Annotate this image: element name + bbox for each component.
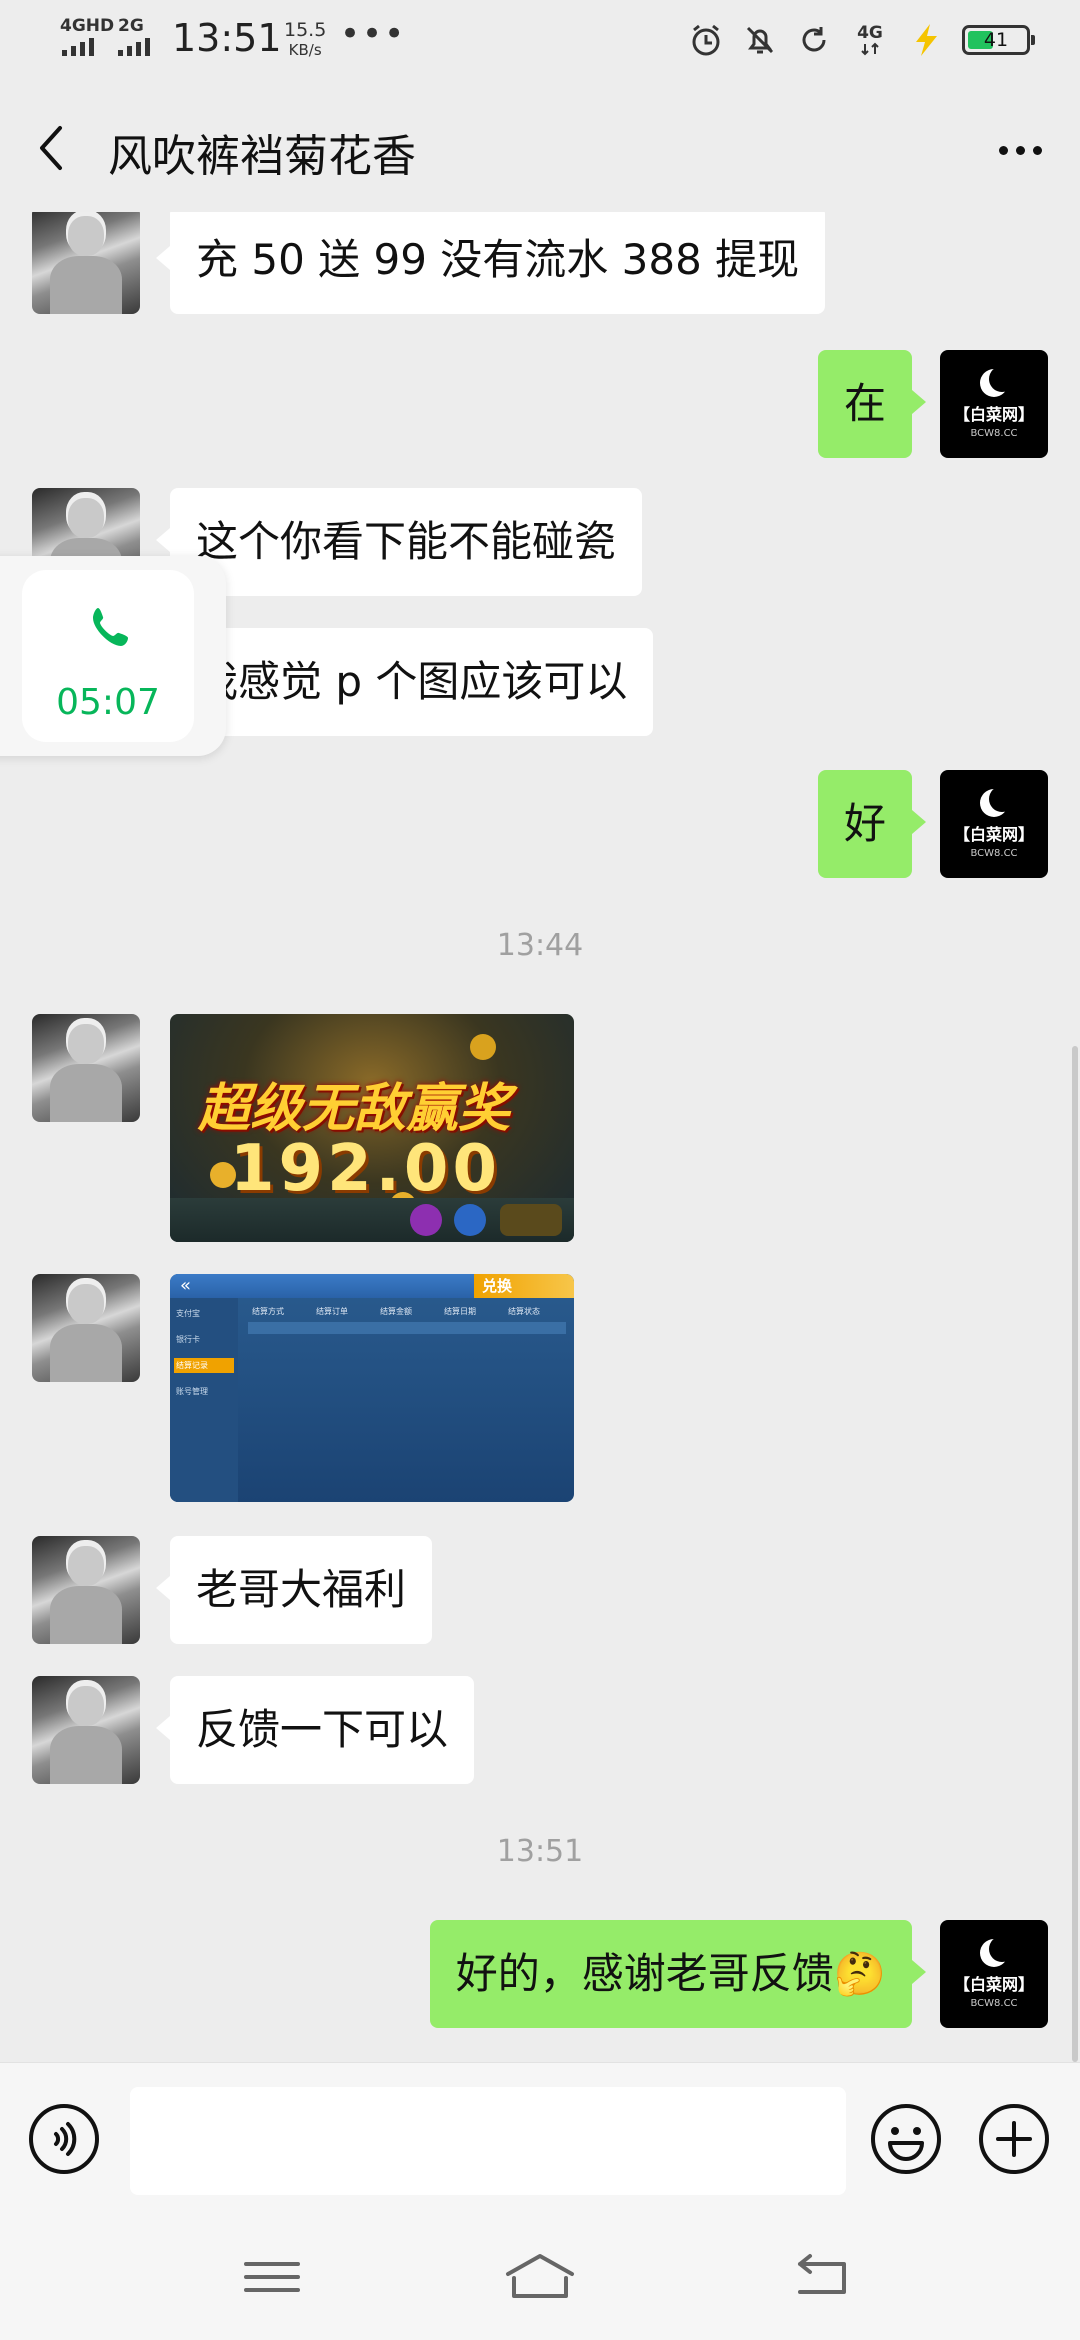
voice-input-button[interactable]	[28, 2103, 100, 2175]
menu-lines-icon	[244, 2262, 300, 2292]
message-list[interactable]: 充 50 送 99 没有流水 388 提现 【白菜网】 BCW8.CC 在 这个…	[0, 212, 1080, 2062]
message-bubble-sent[interactable]: 在	[817, 350, 927, 458]
input-bar	[0, 2062, 1080, 2215]
contact-avatar[interactable]	[32, 212, 140, 314]
self-avatar[interactable]: 【白菜网】 BCW8.CC	[940, 1920, 1048, 2028]
battery-level: 41	[983, 29, 1009, 51]
voice-call-float-window[interactable]: 05:07	[0, 556, 226, 756]
image-side-item: 结算记录	[174, 1358, 234, 1373]
home-icon	[506, 2254, 574, 2298]
call-duration: 05:07	[56, 682, 160, 723]
image-side-item: 支付宝	[176, 1309, 200, 1318]
home-button[interactable]	[500, 2252, 580, 2302]
voice-icon	[29, 2104, 99, 2174]
message-bubble-received[interactable]: 老哥大福利	[155, 1536, 433, 1644]
image-table-header: 结算金额	[380, 1307, 412, 1316]
phone-icon	[93, 608, 128, 646]
image-text-amount: 192.00	[230, 1132, 501, 1206]
return-arrow-icon	[798, 2254, 846, 2294]
message-timestamp: 13:51	[496, 1834, 584, 1869]
message-input[interactable]	[130, 2087, 846, 2195]
contact-avatar[interactable]	[32, 1274, 140, 1382]
self-avatar-site: BCW8.CC	[970, 428, 1018, 439]
message-bubble-sent[interactable]: 好	[817, 770, 927, 878]
image-message-exchange[interactable]: « 兑换 支付宝 银行卡 结算记录 账号管理 结算方式 结算订单 结算金额 结算…	[170, 1274, 574, 1502]
speed-value: 15.5	[284, 19, 327, 41]
self-avatar-brand: 【白菜网】	[953, 1975, 1034, 1994]
contact-avatar[interactable]	[32, 1676, 140, 1784]
plus-icon	[979, 2104, 1049, 2174]
self-avatar[interactable]: 【白菜网】 BCW8.CC	[940, 350, 1048, 458]
signal-icon-1	[62, 38, 94, 56]
network-speed: 15.5 KB/s	[284, 20, 326, 60]
image-side-item: 账号管理	[176, 1387, 208, 1396]
message-timestamp: 13:44	[496, 928, 584, 963]
message-bubble-received[interactable]: 充 50 送 99 没有流水 388 提现	[155, 212, 826, 314]
smiley-icon	[871, 2104, 941, 2174]
recent-apps-button[interactable]	[232, 2252, 312, 2302]
status-more-icon: •••	[340, 14, 407, 54]
moon-logo-icon	[980, 366, 1015, 397]
image-text-headline: 超级无敌赢奖	[198, 1079, 511, 1139]
mobile-data-icon: 4G	[850, 22, 890, 58]
speed-unit: KB/s	[288, 41, 322, 59]
image-message-game-win[interactable]: 超级无敌赢奖 192.00	[170, 1014, 574, 1242]
more-dots-icon	[998, 145, 1008, 155]
emoji-button[interactable]	[870, 2103, 942, 2175]
more-options-button[interactable]	[990, 120, 1050, 180]
message-bubble-received[interactable]: 这个你看下能不能碰瓷	[155, 488, 643, 596]
self-avatar-brand: 【白菜网】	[953, 825, 1034, 844]
charging-icon	[908, 22, 944, 58]
status-time: 13:51	[172, 16, 282, 60]
battery-icon: 41	[962, 25, 1035, 55]
mute-bell-icon	[742, 22, 778, 58]
network-label-right: 4G	[857, 23, 883, 43]
network-label-2: 2G	[118, 16, 144, 36]
chat-title: 风吹裤裆菊花香	[108, 131, 416, 182]
self-avatar[interactable]: 【白菜网】 BCW8.CC	[940, 770, 1048, 878]
image-table-header: 结算状态	[508, 1307, 540, 1316]
image-table-header: 结算日期	[444, 1307, 476, 1316]
message-bubble-received[interactable]: 我感觉 p 个图应该可以	[155, 628, 654, 736]
image-table-header: 结算方式	[252, 1307, 284, 1316]
alarm-icon	[688, 22, 724, 58]
more-functions-button[interactable]	[978, 2103, 1050, 2175]
moon-logo-icon	[980, 786, 1015, 817]
network-label-1: 4GHD	[60, 16, 115, 36]
message-bubble-received[interactable]: 反馈一下可以	[155, 1676, 475, 1784]
contact-avatar[interactable]	[32, 1014, 140, 1122]
self-avatar-site: BCW8.CC	[970, 1998, 1018, 2009]
chevron-left-icon	[40, 126, 62, 170]
image-table-header: 结算订单	[316, 1307, 348, 1316]
chat-header: 风吹裤裆菊花香	[0, 84, 1080, 212]
double-chevron-left-icon: «	[180, 1275, 192, 1296]
moon-logo-icon	[980, 1936, 1015, 1967]
image-exchange-badge: 兑换	[482, 1277, 513, 1295]
contact-avatar[interactable]	[32, 1536, 140, 1644]
self-avatar-site: BCW8.CC	[970, 848, 1018, 859]
status-bar: 4GHD 2G 13:51 15.5 KB/s ••• 4G 41	[0, 0, 1080, 84]
back-button[interactable]	[32, 118, 72, 178]
image-side-item: 银行卡	[176, 1335, 200, 1344]
message-bubble-sent[interactable]: 好的，感谢老哥反馈🤔	[429, 1920, 927, 2028]
system-navigation-bar	[0, 2214, 1080, 2340]
rotate-icon	[796, 22, 832, 58]
self-avatar-brand: 【白菜网】	[953, 405, 1034, 424]
signal-icon-2	[118, 38, 150, 56]
back-nav-button[interactable]	[782, 2252, 862, 2302]
scrollbar[interactable]	[1072, 1046, 1078, 2062]
